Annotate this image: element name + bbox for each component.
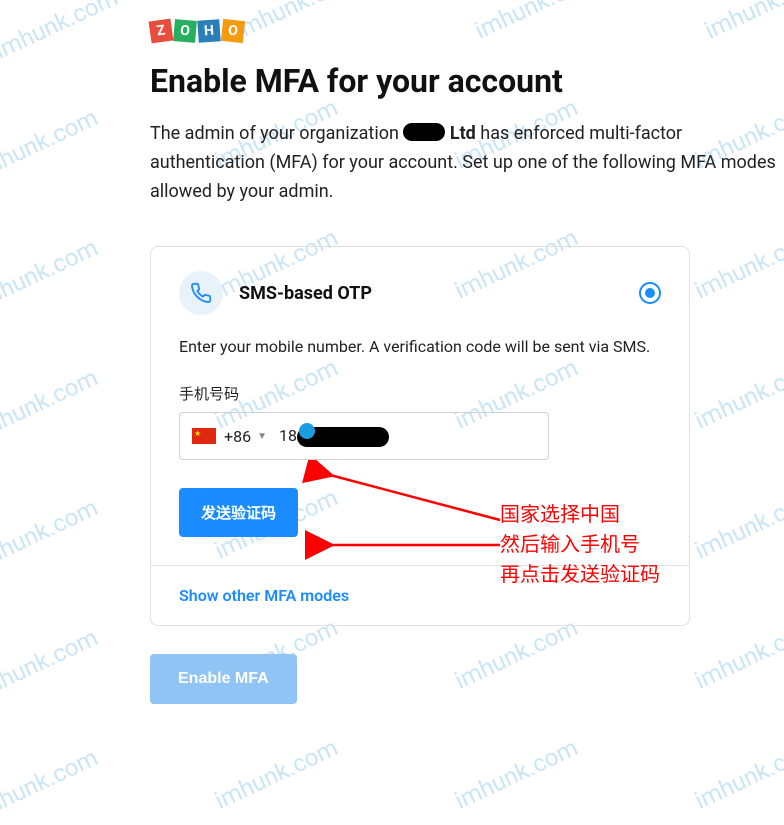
phone-number-value[interactable]: 18 xyxy=(279,426,389,447)
page-description: The admin of your organization Ltd has e… xyxy=(150,120,784,206)
country-code[interactable]: +86 xyxy=(224,427,251,446)
watermark: imhunk.com xyxy=(450,733,582,814)
watermark: imhunk.com xyxy=(0,743,102,824)
logo-letter: H xyxy=(197,19,220,42)
card-title: SMS-based OTP xyxy=(239,283,372,304)
phone-input[interactable]: +86 ▼ 18 xyxy=(179,412,549,460)
radio-selected-icon[interactable] xyxy=(639,282,661,304)
logo-letter: O xyxy=(173,19,197,43)
redacted-phone xyxy=(297,427,389,447)
send-code-button[interactable]: 发送验证码 xyxy=(179,488,298,537)
annotation-line: 国家选择中国 xyxy=(500,500,660,530)
redacted-org-name xyxy=(403,123,445,141)
watermark: imhunk.com xyxy=(210,733,342,814)
card-description: Enter your mobile number. A verification… xyxy=(179,335,661,359)
desc-part1: The admin of your organization xyxy=(150,123,403,144)
logo-letter: Z xyxy=(149,19,174,44)
chevron-down-icon[interactable]: ▼ xyxy=(257,431,267,442)
logo-letter: O xyxy=(221,19,245,43)
phone-icon xyxy=(179,271,223,315)
phone-field-label: 手机号码 xyxy=(179,383,661,404)
annotation-line: 然后输入手机号 xyxy=(500,530,660,560)
enable-mfa-button[interactable]: Enable MFA xyxy=(150,654,297,704)
zoho-logo: Z O H O xyxy=(150,20,784,42)
org-suffix: Ltd xyxy=(445,123,475,144)
card-header[interactable]: SMS-based OTP xyxy=(151,247,689,325)
china-flag-icon[interactable] xyxy=(192,428,216,444)
annotation-line: 再点击发送验证码 xyxy=(500,560,660,590)
page-title: Enable MFA for your account xyxy=(150,62,784,100)
watermark: imhunk.com xyxy=(690,733,784,814)
annotation-text: 国家选择中国 然后输入手机号 再点击发送验证码 xyxy=(500,500,660,590)
show-other-modes-link[interactable]: Show other MFA modes xyxy=(179,586,349,605)
